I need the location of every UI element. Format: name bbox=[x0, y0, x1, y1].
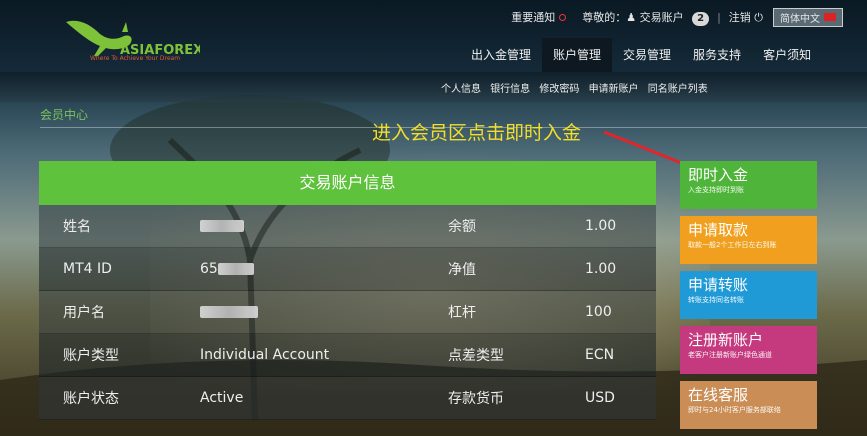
deposit-title: 即时入金 bbox=[688, 166, 749, 184]
greeting-label: 尊敬的： bbox=[582, 11, 627, 24]
divider: | bbox=[717, 10, 721, 24]
nav-notice[interactable]: 客户须知 bbox=[752, 38, 822, 72]
row-value: Active bbox=[200, 390, 244, 406]
nav-support[interactable]: 服务支持 bbox=[682, 38, 752, 72]
table-row: 用户名 杠杆 100 bbox=[39, 291, 656, 334]
notice-link[interactable]: 重要通知 bbox=[511, 9, 567, 25]
row-value bbox=[200, 218, 448, 234]
power-icon: ⏻ bbox=[754, 11, 763, 24]
support-subtitle: 即时与24小时客户服务部联络 bbox=[688, 406, 781, 414]
online-support-button[interactable]: 在线客服 即时与24小时客户服务部联络 bbox=[680, 381, 817, 429]
top-bar: ASIAFOREX Where To Achieve Your Dream 重要… bbox=[0, 0, 867, 72]
language-label: 简体中文 bbox=[780, 13, 820, 25]
deposit-button[interactable]: 即时入金 入金支持即时到账 bbox=[680, 161, 817, 209]
top-links: 重要通知 尊敬的： ♟ 交易账户 2 | 注销 ⏻ 简体中文 bbox=[511, 7, 843, 27]
language-select[interactable]: 简体中文 bbox=[773, 7, 843, 27]
withdraw-subtitle: 取款一般2个工作日左右到账 bbox=[688, 241, 777, 249]
row-label: 姓名 bbox=[63, 219, 91, 235]
row-label: MT4 ID bbox=[63, 261, 112, 277]
row-label: 净值 bbox=[448, 262, 476, 278]
mt4-id-value: 65 bbox=[200, 261, 218, 277]
deposit-subtitle: 入金支持即时到账 bbox=[688, 186, 744, 194]
row-value: 1.00 bbox=[585, 261, 617, 277]
register-account-button[interactable]: 注册新账户 老客户注册新账户绿色通道 bbox=[680, 326, 817, 374]
sub-nav: 个人信息 银行信息 修改密码 申请新账户 同名账户列表 bbox=[0, 72, 867, 102]
account-count-badge: 2 bbox=[692, 11, 710, 26]
row-value: USD bbox=[585, 390, 615, 406]
row-label: 账户类型 bbox=[63, 348, 119, 364]
logo-tagline: Where To Achieve Your Dream bbox=[90, 55, 181, 62]
register-title: 注册新账户 bbox=[688, 331, 764, 349]
table-row: MT4 ID 65 净值 1.00 bbox=[39, 248, 656, 291]
logout-link[interactable]: 注销 ⏻ bbox=[729, 9, 763, 25]
transfer-subtitle: 转账支持同名转账 bbox=[688, 296, 744, 304]
breadcrumb[interactable]: 会员中心 bbox=[40, 106, 88, 123]
card-title: 交易账户信息 bbox=[39, 161, 656, 205]
annotation-text: 进入会员区点击即时入金 bbox=[372, 122, 582, 144]
account-info-table: 姓名 余额 1.00 MT4 ID 65 净值 1.00 用户名 杠杆 100 … bbox=[39, 205, 656, 420]
support-title: 在线客服 bbox=[688, 386, 749, 404]
row-value: 100 bbox=[585, 304, 612, 320]
nav-trading[interactable]: 交易管理 bbox=[612, 38, 682, 72]
account-link[interactable]: ♟ 交易账户 2 bbox=[626, 9, 710, 26]
row-value: 1.00 bbox=[585, 218, 617, 234]
row-value: Individual Account bbox=[200, 347, 330, 363]
user-icon: ♟ bbox=[626, 10, 637, 24]
withdraw-button[interactable]: 申请取款 取款一般2个工作日左右到账 bbox=[680, 216, 817, 264]
row-label: 杠杆 bbox=[448, 305, 476, 321]
china-flag-icon bbox=[824, 13, 836, 21]
row-label: 存款货币 bbox=[448, 391, 504, 407]
register-subtitle: 老客户注册新账户绿色通道 bbox=[688, 351, 772, 359]
transfer-title: 申请转账 bbox=[688, 276, 749, 294]
nav-account[interactable]: 账户管理 bbox=[542, 38, 613, 72]
main-nav: 出入金管理 账户管理 交易管理 服务支持 客户须知 bbox=[460, 38, 822, 72]
transfer-button[interactable]: 申请转账 转账支持同名转账 bbox=[680, 271, 817, 319]
table-row: 姓名 余额 1.00 bbox=[39, 205, 656, 248]
row-label: 用户名 bbox=[63, 305, 105, 321]
account-label: 交易账户 bbox=[639, 10, 684, 24]
subnav-password[interactable]: 修改密码 bbox=[539, 84, 579, 95]
subnav-profile[interactable]: 个人信息 bbox=[441, 84, 481, 95]
notice-dot-icon bbox=[559, 14, 567, 21]
notice-label: 重要通知 bbox=[511, 11, 556, 24]
row-label: 余额 bbox=[448, 219, 476, 235]
table-row: 账户类型 Individual Account 点差类型 ECN bbox=[39, 334, 656, 377]
row-value bbox=[200, 304, 448, 320]
account-info-card: 交易账户信息 姓名 余额 1.00 MT4 ID 65 净值 1.00 用户名 … bbox=[39, 161, 656, 420]
row-value: 65 bbox=[200, 261, 448, 277]
kangaroo-logo-icon: ASIAFOREX bbox=[66, 20, 203, 58]
row-value: ECN bbox=[585, 347, 615, 363]
blurred-value bbox=[217, 263, 254, 275]
withdraw-title: 申请取款 bbox=[688, 221, 749, 239]
logout-label: 注销 bbox=[728, 11, 751, 24]
subnav-new-account[interactable]: 申请新账户 bbox=[589, 84, 639, 95]
blurred-value bbox=[200, 306, 258, 318]
blurred-value bbox=[200, 220, 244, 232]
nav-funds[interactable]: 出入金管理 bbox=[460, 38, 542, 72]
table-row: 账户状态 Active 存款货币 USD bbox=[39, 377, 656, 420]
row-label: 点差类型 bbox=[448, 348, 504, 364]
subnav-account-list[interactable]: 同名账户列表 bbox=[648, 84, 708, 95]
logo[interactable]: ASIAFOREX Where To Achieve Your Dream bbox=[60, 14, 203, 66]
row-label: 账户状态 bbox=[63, 391, 119, 407]
subnav-bank[interactable]: 银行信息 bbox=[490, 84, 530, 95]
